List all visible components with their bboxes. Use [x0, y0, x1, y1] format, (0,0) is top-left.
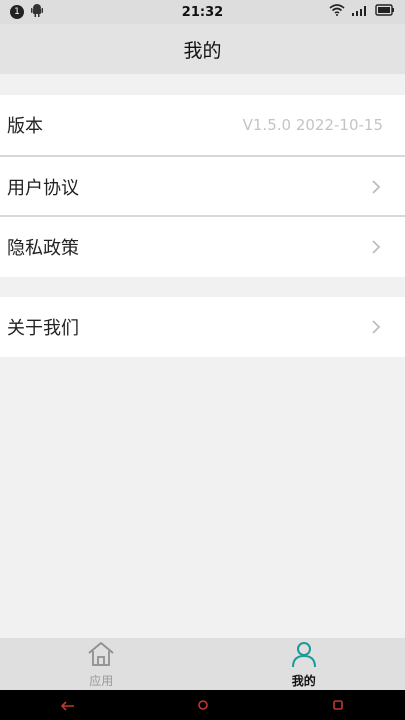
status-time: 21:32	[181, 4, 224, 20]
page-header: 我的	[0, 24, 405, 74]
privacy-policy-label: 隐私政策	[7, 238, 79, 259]
version-label: 版本	[7, 116, 43, 137]
user-agreement-row[interactable]: 用户协议	[0, 157, 405, 217]
version-row: 版本 V1.5.0 2022-10-15	[0, 95, 405, 155]
tab-apps-label: 应用	[89, 673, 114, 688]
tab-mine[interactable]: 我的	[203, 638, 405, 690]
version-value: V1.5.0 2022-10-15	[242, 116, 383, 134]
system-nav-bar	[0, 690, 405, 720]
home-icon	[86, 640, 116, 671]
chevron-right-icon	[369, 180, 383, 194]
recents-icon[interactable]	[332, 696, 344, 715]
user-agreement-label: 用户协议	[7, 178, 79, 199]
tab-mine-label: 我的	[291, 673, 316, 688]
chevron-right-icon	[369, 240, 383, 254]
about-us-row[interactable]: 关于我们	[0, 297, 405, 357]
home-circle-icon[interactable]	[197, 696, 209, 715]
bottom-tab-bar: 应用 我的	[0, 638, 405, 690]
privacy-policy-row[interactable]: 隐私政策	[0, 217, 405, 277]
tab-apps[interactable]: 应用	[0, 638, 203, 690]
status-bar: 1 21:32	[0, 0, 405, 24]
back-icon[interactable]	[61, 696, 75, 715]
about-us-label: 关于我们	[7, 318, 79, 339]
page-title: 我的	[183, 39, 222, 62]
chevron-right-icon	[369, 320, 383, 334]
user-icon	[289, 640, 319, 671]
